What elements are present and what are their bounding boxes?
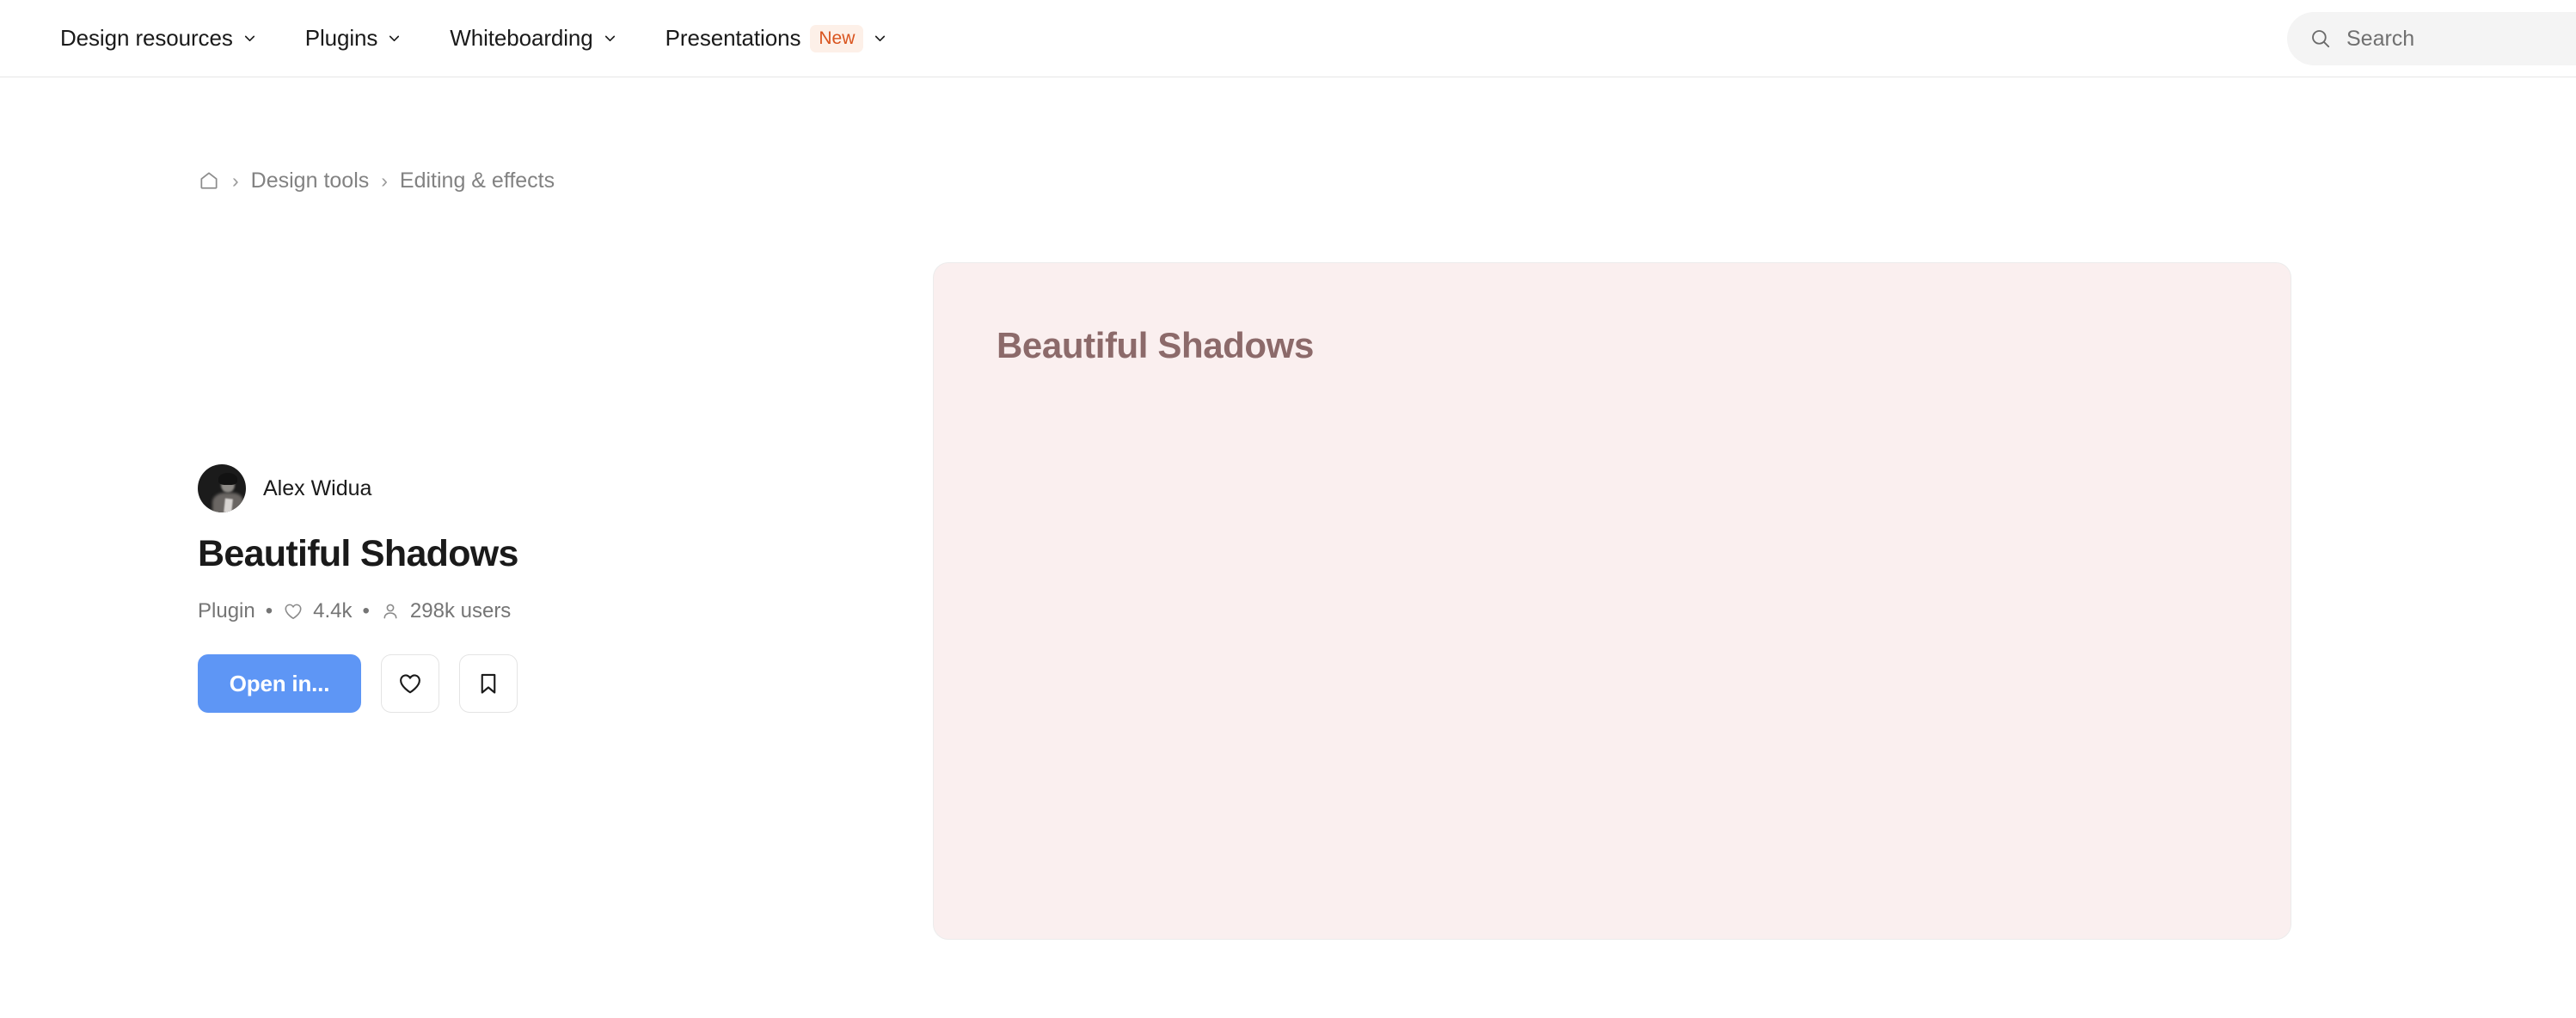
user-icon xyxy=(383,604,397,619)
preview-title: Beautiful Shadows xyxy=(997,325,1314,365)
avatar[interactable] xyxy=(198,464,246,512)
search-icon xyxy=(2312,30,2330,48)
nav-item-label: Plugins xyxy=(304,25,378,51)
nav-item-label: Presentations xyxy=(665,25,801,51)
chevron-down-icon xyxy=(389,35,400,41)
plugin-preview-card: Beautiful Shadows xyxy=(933,262,2291,940)
meta-separator: • xyxy=(265,599,273,623)
nav-item-design-resources[interactable]: Design resources xyxy=(36,0,281,77)
save-bookmark-button[interactable] xyxy=(459,654,518,714)
nav-item-plugins[interactable]: Plugins xyxy=(281,0,426,77)
author-name[interactable]: Alex Widua xyxy=(263,476,371,501)
nav-item-new-badge: New xyxy=(810,24,864,52)
nav-item-label: Whiteboarding xyxy=(450,25,593,51)
item-meta: Plugin • 4.4k • 298k users xyxy=(198,598,782,625)
item-detail-panel: Alex Widua Beautiful Shadows Plugin • 4.… xyxy=(198,464,782,714)
chevron-down-icon xyxy=(244,35,255,41)
home-icon[interactable] xyxy=(198,169,220,192)
bookmark-icon xyxy=(481,674,496,694)
heart-icon xyxy=(400,674,420,694)
breadcrumb-separator: › xyxy=(232,169,239,192)
nav-item-presentations[interactable]: Presentations New xyxy=(641,0,912,77)
action-buttons: Open in... xyxy=(198,654,782,714)
chevron-down-icon xyxy=(604,35,615,41)
breadcrumb: › Design tools › Editing & effects xyxy=(198,163,555,198)
chevron-down-icon xyxy=(875,35,886,41)
breadcrumb-item-editing-effects[interactable]: Editing & effects xyxy=(400,169,555,193)
page-title: Beautiful Shadows xyxy=(198,533,518,574)
meta-type: Plugin xyxy=(198,599,255,623)
avatar-photo-detail xyxy=(224,498,233,512)
nav-item-whiteboarding[interactable]: Whiteboarding xyxy=(426,0,641,77)
nav-item-label: Design resources xyxy=(60,25,233,51)
like-button[interactable] xyxy=(381,654,439,714)
author-row: Alex Widua xyxy=(198,464,782,512)
open-in-button[interactable]: Open in... xyxy=(198,654,361,714)
top-navigation-bar: Design resources Plugins Whiteboarding P… xyxy=(0,0,2576,77)
meta-likes: 4.4k xyxy=(313,599,353,623)
avatar-photo-detail xyxy=(218,473,237,485)
search-input[interactable]: Search xyxy=(2287,12,2576,65)
heart-icon xyxy=(285,604,302,620)
meta-separator: • xyxy=(362,599,370,623)
breadcrumb-separator: › xyxy=(381,169,388,192)
search-placeholder: Search xyxy=(2346,26,2415,51)
meta-users: 298k users xyxy=(409,599,512,623)
nav-links: Design resources Plugins Whiteboarding P… xyxy=(36,0,911,77)
breadcrumb-item-design-tools[interactable]: Design tools xyxy=(251,169,370,193)
